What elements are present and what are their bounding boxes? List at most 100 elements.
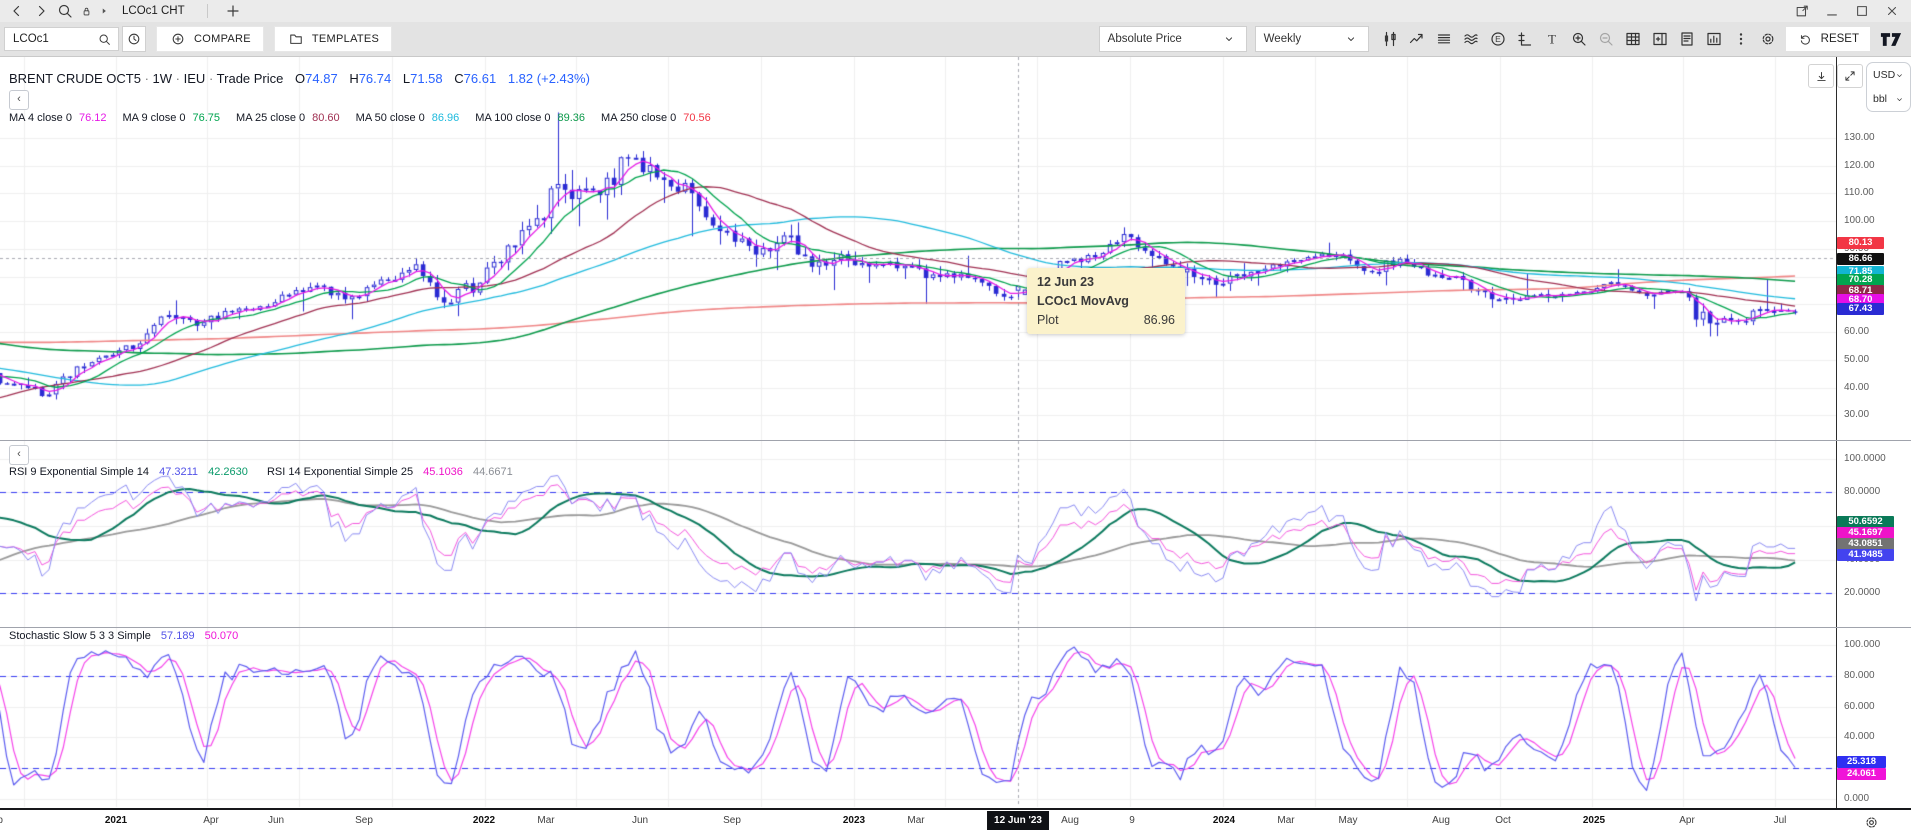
ma-value: 70.56 bbox=[683, 112, 711, 124]
forward-icon[interactable] bbox=[32, 2, 50, 20]
interval-value: Weekly bbox=[1264, 33, 1302, 45]
search-icon[interactable] bbox=[56, 2, 74, 20]
collapse-pane-button[interactable]: ‹ bbox=[9, 90, 29, 110]
time-axis-year-label: 2021 bbox=[105, 815, 127, 826]
axis-tick: 100.00 bbox=[1844, 215, 1875, 227]
tooltip-series: LCOc1 MovAvg bbox=[1037, 294, 1175, 308]
exchange-badge: IEU bbox=[184, 71, 206, 86]
measure-icon[interactable] bbox=[1512, 27, 1539, 51]
price-mode-value: Absolute Price bbox=[1108, 33, 1182, 45]
time-axis-year-label: 2025 bbox=[1583, 815, 1605, 826]
templates-button[interactable]: TEMPLATES bbox=[274, 26, 392, 52]
rsi-slow-label[interactable]: RSI 14 Exponential Simple 25 bbox=[267, 466, 413, 478]
axis-tick: 0.000 bbox=[1844, 793, 1869, 805]
price-mode-select[interactable]: Absolute Price bbox=[1099, 26, 1247, 52]
axis-tick: 20.0000 bbox=[1844, 587, 1880, 599]
unit-value: bbl bbox=[1873, 93, 1887, 105]
ma-legend: MA 4 close 076.12 MA 9 close 076.75 MA 25 … bbox=[9, 112, 727, 124]
ma-label: MA 250 close 0 bbox=[601, 112, 676, 124]
caret-right-icon bbox=[98, 2, 110, 20]
time-axis-month-label: 9 bbox=[1129, 815, 1135, 826]
axis-tick: 60.000 bbox=[1844, 701, 1875, 713]
charting-app-window: LCOc1 CHT LCOc1 COMPARE TEMPLATES Absolu… bbox=[0, 0, 1911, 831]
ma-label: MA 9 close 0 bbox=[123, 112, 186, 124]
axis-tick: 80.0000 bbox=[1844, 486, 1880, 498]
axis-tick: 40.00 bbox=[1844, 382, 1869, 394]
waves-icon[interactable] bbox=[1458, 27, 1485, 51]
ma-legend-item[interactable]: MA 9 close 076.75 bbox=[123, 112, 221, 124]
pane-divider[interactable] bbox=[0, 627, 1911, 628]
chart-canvas[interactable] bbox=[0, 0, 1911, 831]
tab-title[interactable]: LCOc1 CHT bbox=[122, 5, 185, 17]
axis-settings-button[interactable] bbox=[1862, 813, 1880, 831]
compare-button[interactable]: COMPARE bbox=[156, 26, 264, 52]
high-value: 76.74 bbox=[359, 71, 392, 86]
zoom-out-icon[interactable] bbox=[1593, 27, 1620, 51]
time-axis-month-label: Mar bbox=[907, 815, 924, 826]
time-axis-month-label: Jun bbox=[632, 815, 648, 826]
minimize-icon[interactable] bbox=[1823, 2, 1841, 20]
ma-legend-item[interactable]: MA 250 close 0 70.56 bbox=[601, 112, 711, 124]
close-icon[interactable] bbox=[1883, 2, 1901, 20]
stats-icon[interactable] bbox=[1701, 27, 1728, 51]
axis-value-label: 80.13 bbox=[1837, 237, 1884, 249]
add-pane-icon[interactable] bbox=[1647, 27, 1674, 51]
folder-icon bbox=[287, 30, 305, 48]
time-axis[interactable]: 12 Jun '23 Sep2021AprJunSep2022MarJunSep… bbox=[0, 808, 1911, 831]
candlestick-icon[interactable] bbox=[1377, 27, 1404, 51]
ma-legend-item[interactable]: MA 25 close 080.60 bbox=[236, 112, 340, 124]
currency-select[interactable]: USD bbox=[1867, 63, 1910, 87]
rows-icon[interactable] bbox=[1431, 27, 1458, 51]
instrument-name[interactable]: BRENT CRUDE OCT5 bbox=[9, 71, 141, 86]
time-axis-month-label: Aug bbox=[1432, 815, 1450, 826]
svg-text:T: T bbox=[1548, 32, 1556, 47]
axis-value-label: 67.43 bbox=[1837, 303, 1884, 315]
ma-value: 76.12 bbox=[79, 112, 107, 124]
change-pct: (+2.43%) bbox=[537, 71, 590, 86]
more-icon[interactable] bbox=[1728, 27, 1755, 51]
events-icon[interactable]: E bbox=[1485, 27, 1512, 51]
time-axis-month-label: Sep bbox=[0, 815, 3, 826]
stochastic-d-value: 50.070 bbox=[205, 630, 239, 642]
plus-circle-icon bbox=[169, 30, 187, 48]
reset-button[interactable]: RESET bbox=[1786, 27, 1870, 51]
time-axis-month-label: Apr bbox=[203, 815, 219, 826]
new-tab-button[interactable] bbox=[224, 2, 242, 20]
ma-value: 89.36 bbox=[558, 112, 586, 124]
zoom-in-icon[interactable] bbox=[1566, 27, 1593, 51]
interval-select[interactable]: Weekly bbox=[1255, 26, 1369, 52]
settings-icon[interactable] bbox=[1755, 27, 1782, 51]
axis-border bbox=[1836, 56, 1837, 808]
unit-select[interactable]: bbl bbox=[1867, 87, 1910, 111]
time-axis-month-label: Mar bbox=[1277, 815, 1294, 826]
time-axis-year-label: 2023 bbox=[843, 815, 865, 826]
axis-tick: 80.000 bbox=[1844, 670, 1875, 682]
stochastic-label[interactable]: Stochastic Slow 5 3 3 Simple bbox=[9, 630, 151, 642]
rsi-slow-value: 45.1036 bbox=[423, 466, 463, 478]
rsi-fast-smooth-value: 42.2630 bbox=[208, 466, 248, 478]
interval-badge: 1W bbox=[153, 71, 173, 86]
signal-icon[interactable] bbox=[1404, 27, 1431, 51]
maximize-icon[interactable] bbox=[1853, 2, 1871, 20]
rsi-fast-label[interactable]: RSI 9 Exponential Simple 14 bbox=[9, 466, 149, 478]
tradingview-logo[interactable] bbox=[1876, 27, 1906, 51]
pane-divider[interactable] bbox=[0, 440, 1911, 441]
ma-legend-item[interactable]: MA 50 close 086.96 bbox=[356, 112, 460, 124]
back-icon[interactable] bbox=[8, 2, 26, 20]
collapse-pane-button[interactable]: ‹ bbox=[9, 445, 29, 465]
ma-legend-item[interactable]: MA 4 close 076.12 bbox=[9, 112, 107, 124]
tab-divider bbox=[207, 4, 208, 18]
toolbar: LCOc1 COMPARE TEMPLATES Absolute Price W… bbox=[0, 22, 1911, 57]
reset-icon bbox=[1797, 30, 1815, 48]
table-icon[interactable] bbox=[1620, 27, 1647, 51]
report-icon[interactable] bbox=[1674, 27, 1701, 51]
text-icon[interactable]: T bbox=[1539, 27, 1566, 51]
axis-tick: 50.00 bbox=[1844, 354, 1869, 366]
time-axis-month-label: Mar bbox=[537, 815, 554, 826]
open-external-icon[interactable] bbox=[1793, 2, 1811, 20]
symbol-search-input[interactable]: LCOc1 bbox=[4, 27, 119, 51]
ma-legend-item[interactable]: MA 100 close 089.36 bbox=[475, 112, 585, 124]
maximize-pane-button[interactable] bbox=[1837, 64, 1863, 88]
download-button[interactable] bbox=[1808, 64, 1834, 88]
history-button[interactable] bbox=[122, 26, 146, 52]
